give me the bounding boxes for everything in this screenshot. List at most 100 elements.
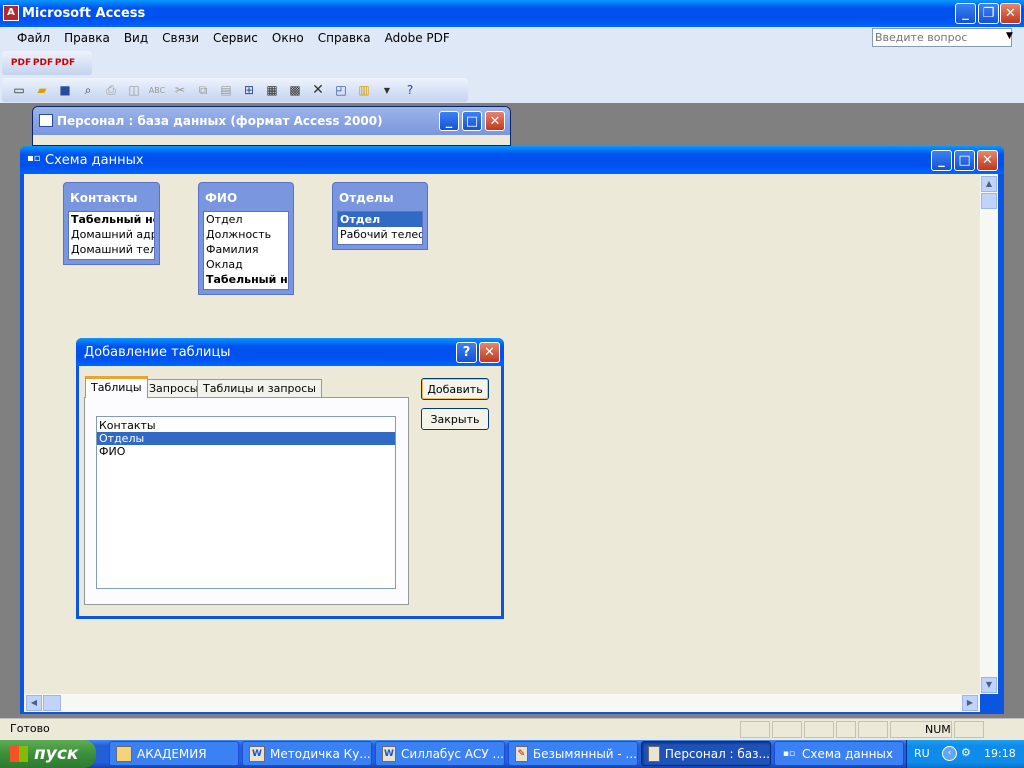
field-item[interactable]: Отдел: [204, 212, 288, 227]
dialog-help-button[interactable]: ?: [456, 342, 477, 363]
scroll-down-icon[interactable]: ▼: [981, 677, 997, 693]
field-item[interactable]: Табельный номе: [204, 272, 288, 287]
delete-icon[interactable]: ✕: [309, 81, 327, 99]
clock[interactable]: 19:18: [984, 747, 1016, 760]
db-minimize-button[interactable]: _: [439, 111, 459, 131]
new-object-dropdown-icon[interactable]: ▼: [378, 81, 396, 99]
taskbar-item-schema[interactable]: ▪▫ Схема данных: [774, 741, 904, 766]
copy-icon[interactable]: ⧉: [194, 81, 212, 99]
print-icon[interactable]: ⎙: [102, 81, 120, 99]
spelling-icon[interactable]: ABC: [148, 81, 166, 99]
list-item[interactable]: ФИО: [97, 445, 395, 458]
db-window-title: Персонал : база данных (формат Access 20…: [57, 114, 383, 128]
table-contacts-fields[interactable]: Табельный номе Домашний адрес Домашний т…: [68, 211, 155, 260]
taskbar-item-label: Методичка Ку...: [270, 746, 371, 761]
taskbar-item-paint[interactable]: ✎ Безымянный - ...: [508, 741, 638, 766]
search-icon[interactable]: ⌕: [79, 81, 97, 99]
add-table-dialog-title: Добавление таблицы: [84, 344, 231, 360]
db-maximize-button[interactable]: □: [462, 111, 482, 131]
new-object-icon[interactable]: ▥: [355, 81, 373, 99]
close-button[interactable]: Закрыть: [421, 408, 489, 430]
network-icon[interactable]: ⚙: [961, 746, 975, 760]
pdf-review-icon[interactable]: PDF: [55, 54, 75, 72]
table-contacts[interactable]: Контакты Табельный номе Домашний адрес Д…: [63, 182, 160, 265]
schema-vscroll-thumb[interactable]: [981, 193, 997, 209]
schema-minimize-button[interactable]: _: [931, 150, 952, 171]
field-item[interactable]: Табельный номе: [69, 212, 154, 227]
schema-vscrollbar[interactable]: [980, 174, 998, 694]
field-item[interactable]: Оклад: [204, 257, 288, 272]
field-item-selected[interactable]: Отдел: [338, 212, 422, 227]
status-panel: [954, 721, 984, 738]
dialog-close-button[interactable]: ✕: [479, 342, 500, 363]
taskbar-item-label: Силлабус АСУ ...: [401, 746, 504, 761]
field-item[interactable]: Должность: [204, 227, 288, 242]
schema-hscroll-thumb[interactable]: [43, 695, 61, 711]
language-indicator[interactable]: RU: [914, 747, 930, 760]
status-panel: [858, 721, 888, 738]
taskbar-item-akademiya[interactable]: АКАДЕМИЯ: [109, 741, 239, 766]
database-window-icon[interactable]: ◰: [332, 81, 350, 99]
field-item[interactable]: Фамилия: [204, 242, 288, 257]
list-item-selected[interactable]: Отделы: [97, 432, 395, 445]
taskbar-item-label: АКАДЕМИЯ: [137, 746, 207, 761]
db-window[interactable]: Персонал : база данных (формат Access 20…: [32, 106, 511, 146]
add-button[interactable]: Добавить: [421, 378, 489, 400]
cut-icon[interactable]: ✂: [171, 81, 189, 99]
tables-listbox[interactable]: Контакты Отделы ФИО: [96, 416, 396, 589]
menu-edit[interactable]: Правка: [57, 31, 117, 45]
all-relationships-icon[interactable]: ▩: [286, 81, 304, 99]
table-departments-title: Отделы: [339, 191, 394, 205]
pdf-email-icon[interactable]: PDF: [33, 54, 53, 72]
taskbar-item-personal[interactable]: Персонал : баз...: [641, 741, 771, 766]
search-dropdown-icon[interactable]: ▼: [1006, 31, 1013, 41]
menu-file[interactable]: Файл: [10, 31, 57, 45]
pdf-convert-icon[interactable]: PDF: [11, 54, 31, 72]
field-item[interactable]: Домашний адрес: [69, 227, 154, 242]
taskbar-item-metodichka[interactable]: W Методичка Ку...: [242, 741, 372, 766]
table-fio[interactable]: ФИО Отдел Должность Фамилия Оклад Табель…: [198, 182, 294, 295]
paste-icon[interactable]: ▤: [217, 81, 235, 99]
schema-close-button[interactable]: ✕: [977, 150, 998, 171]
list-item[interactable]: Контакты: [97, 419, 395, 432]
scroll-left-icon[interactable]: ◀: [26, 695, 42, 711]
db-close-button[interactable]: ✕: [485, 111, 505, 131]
schema-maximize-button[interactable]: □: [954, 150, 975, 171]
print-preview-icon[interactable]: ◫: [125, 81, 143, 99]
app-restore-button[interactable]: ❐: [978, 3, 999, 24]
help-search-input[interactable]: [872, 28, 1012, 47]
schema-hscrollbar[interactable]: [24, 694, 980, 712]
open-icon[interactable]: ▰: [33, 81, 51, 99]
table-departments-fields[interactable]: Отдел Рабочий телефо: [337, 211, 423, 245]
direct-relationships-icon[interactable]: ▦: [263, 81, 281, 99]
table-fio-fields[interactable]: Отдел Должность Фамилия Оклад Табельный …: [203, 211, 289, 290]
menu-window[interactable]: Окно: [265, 31, 311, 45]
start-button[interactable]: пуск: [0, 740, 96, 768]
save-icon[interactable]: ■: [56, 81, 74, 99]
tab-queries[interactable]: Запросы: [143, 379, 205, 398]
scroll-up-icon[interactable]: ▲: [981, 176, 997, 192]
status-panel: [836, 721, 856, 738]
field-item[interactable]: Домашний телес: [69, 242, 154, 257]
menu-view[interactable]: Вид: [117, 31, 155, 45]
tray-expand-icon[interactable]: ‹: [942, 746, 957, 761]
show-table-icon[interactable]: ⊞: [240, 81, 258, 99]
help-icon[interactable]: ?: [401, 81, 419, 99]
tab-tables-and-queries[interactable]: Таблицы и запросы: [197, 379, 322, 398]
windows-logo-icon: [10, 746, 28, 762]
schema-window-titlebar: [20, 146, 1004, 174]
scroll-right-icon[interactable]: ▶: [962, 695, 978, 711]
status-num: NUM: [890, 721, 952, 738]
menu-tools[interactable]: Сервис: [206, 31, 265, 45]
tab-tables[interactable]: Таблицы: [85, 376, 148, 398]
table-departments[interactable]: Отделы Отдел Рабочий телефо: [332, 182, 428, 250]
field-item[interactable]: Рабочий телефо: [338, 227, 422, 242]
new-icon[interactable]: ▭: [10, 81, 28, 99]
app-minimize-button[interactable]: _: [955, 3, 976, 24]
menu-adobe-pdf[interactable]: Adobe PDF: [378, 31, 457, 45]
app-close-button[interactable]: ✕: [1000, 3, 1021, 24]
menu-help[interactable]: Справка: [311, 31, 378, 45]
menu-relations[interactable]: Связи: [155, 31, 206, 45]
taskbar-item-sillabus[interactable]: W Силлабус АСУ ...: [375, 741, 505, 766]
db-window-icon: [39, 114, 53, 127]
